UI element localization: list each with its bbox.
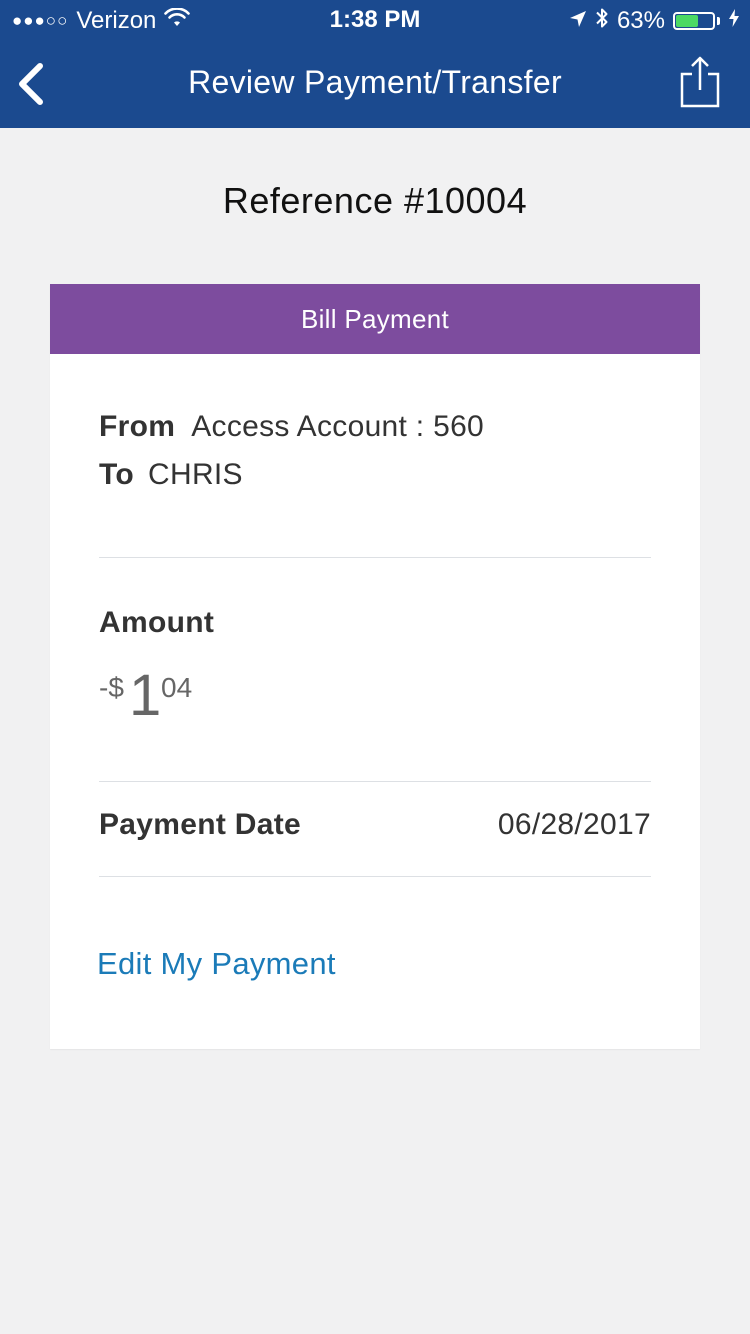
chevron-left-icon: [19, 63, 43, 105]
battery-cap: [717, 17, 720, 25]
amount-sign: -$: [99, 672, 124, 703]
share-icon: [680, 56, 720, 108]
app-header: ●●●○○ Verizon 1:38 PM 63% Review Payment…: [0, 0, 750, 128]
battery-fill: [676, 15, 698, 27]
payment-date-value: 06/28/2017: [497, 808, 651, 841]
divider: [99, 781, 651, 782]
divider: [99, 876, 651, 877]
amount-cents: 04: [161, 672, 193, 703]
amount-whole: 1: [129, 663, 162, 728]
to-row: To CHRIS: [99, 458, 243, 492]
edit-payment-link[interactable]: Edit My Payment: [97, 946, 336, 982]
back-button[interactable]: [12, 60, 56, 108]
to-label: To: [99, 458, 135, 491]
bluetooth-icon: [595, 6, 609, 37]
reference-number: Reference #10004: [222, 180, 528, 221]
charging-bolt-icon: [728, 7, 740, 35]
to-value: CHRIS: [148, 458, 243, 491]
battery-percent: 63%: [616, 7, 665, 34]
page-title: Review Payment/Transfer: [188, 64, 562, 100]
amount-label: Amount: [99, 606, 215, 639]
payment-card: Bill Payment From Access Account : 560 To…: [50, 284, 700, 1049]
card-header: Bill Payment: [50, 284, 700, 354]
from-label: From: [99, 410, 176, 443]
status-bar: ●●●○○ Verizon 1:38 PM 63%: [0, 0, 750, 40]
divider: [99, 557, 651, 558]
from-row: From Access Account : 560: [99, 410, 484, 444]
battery-icon: [673, 12, 715, 30]
from-value: Access Account : 560: [191, 410, 485, 443]
location-arrow-icon: [569, 7, 587, 35]
share-button[interactable]: [678, 54, 722, 110]
status-right: 63%: [569, 6, 740, 36]
payment-date-label: Payment Date: [99, 808, 302, 841]
